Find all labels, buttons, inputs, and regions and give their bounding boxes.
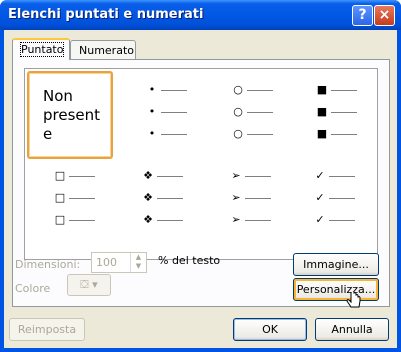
tab-numerato-label: Numerato <box>79 44 134 57</box>
ok-button[interactable]: OK <box>233 318 307 341</box>
reset-button-label: Reimposta <box>17 323 77 336</box>
bullet-circle-icon: ○ <box>233 127 243 140</box>
image-button[interactable]: Immagine... <box>293 253 379 276</box>
chevron-down-icon: ▾ <box>92 278 98 291</box>
none-option-label: Non present e <box>43 87 101 143</box>
size-label: Dimensioni: <box>15 258 81 271</box>
dialog-client: Puntato Numerato Non present e • • • ○ ○… <box>4 30 397 348</box>
bullet-option-circle[interactable]: ○ ○ ○ <box>203 71 289 159</box>
tab-puntato-label: Puntato <box>19 42 65 57</box>
paint-bucket-icon: ⛋ <box>80 278 89 291</box>
ok-button-label: OK <box>262 323 278 336</box>
bullet-option-arrow[interactable]: ➢ ➢ ➢ <box>203 165 289 253</box>
spinner-arrows-icon[interactable]: ▲ ▼ <box>130 253 146 272</box>
bullet-option-none[interactable]: Non present e <box>27 71 113 159</box>
bullet-option-diamond[interactable]: ❖ ❖ ❖ <box>115 165 201 253</box>
bullet-arrow-icon: ➢ <box>231 213 241 226</box>
bullet-diamond-icon: ❖ <box>143 213 153 226</box>
bullet-check-icon: ✓ <box>315 213 325 226</box>
tab-puntato[interactable]: Puntato <box>12 38 70 60</box>
bullet-option-disc[interactable]: • • • <box>115 71 201 159</box>
bullet-square-icon: ■ <box>316 83 328 96</box>
bullet-diamond-icon: ❖ <box>143 191 153 204</box>
bullet-hollow-square-icon: □ <box>54 191 66 204</box>
bullet-check-icon: ✓ <box>315 191 325 204</box>
bullet-disc-icon: • <box>148 105 156 118</box>
bullet-arrow-icon: ➢ <box>231 191 241 204</box>
bullet-disc-icon: • <box>148 127 156 140</box>
color-label: Colore <box>15 282 51 295</box>
bullet-square-icon: ■ <box>316 127 328 140</box>
reset-button[interactable]: Reimposta <box>9 318 85 341</box>
bullet-hollow-square-icon: □ <box>54 169 66 182</box>
tab-numerato[interactable]: Numerato <box>70 40 136 59</box>
cancel-button[interactable]: Annulla <box>315 318 389 341</box>
customize-button-label: Personalizza... <box>296 283 376 296</box>
help-button[interactable]: ? <box>352 5 373 26</box>
size-spinner[interactable]: 100 ▲ ▼ <box>91 252 147 273</box>
tab-panel: Non present e • • • ○ ○ ○ ■ ■ ■ □ □ □ ❖ … <box>12 59 390 307</box>
bullet-arrow-icon: ➢ <box>231 169 241 182</box>
bullet-check-icon: ✓ <box>315 169 325 182</box>
customize-button[interactable]: Personalizza... <box>293 278 379 301</box>
bullet-gallery: Non present e • • • ○ ○ ○ ■ ■ ■ □ □ □ ❖ … <box>24 68 378 260</box>
bullet-hollow-square-icon: □ <box>54 213 66 226</box>
bullet-disc-icon: • <box>148 83 156 96</box>
bullet-option-square[interactable]: ■ ■ ■ <box>291 71 377 159</box>
cancel-button-label: Annulla <box>331 323 373 336</box>
size-value: 100 <box>96 256 117 269</box>
window-title: Elenchi puntati e numerati <box>8 7 204 22</box>
bullet-square-icon: ■ <box>316 105 328 118</box>
title-bar: Elenchi puntati e numerati ? × <box>0 0 401 30</box>
color-picker-button[interactable]: ⛋ ▾ <box>67 274 111 296</box>
close-button[interactable]: × <box>374 5 395 26</box>
bullet-option-hollow-square[interactable]: □ □ □ <box>27 165 113 253</box>
dialog-window: Elenchi puntati e numerati ? × Puntato N… <box>0 0 401 352</box>
bullet-option-check[interactable]: ✓ ✓ ✓ <box>291 165 377 253</box>
hand-cursor-icon <box>346 292 361 308</box>
bullet-circle-icon: ○ <box>233 105 243 118</box>
size-unit-label: % del testo <box>158 254 221 267</box>
bullet-circle-icon: ○ <box>233 83 243 96</box>
bullet-diamond-icon: ❖ <box>143 169 153 182</box>
image-button-label: Immagine... <box>303 258 369 271</box>
